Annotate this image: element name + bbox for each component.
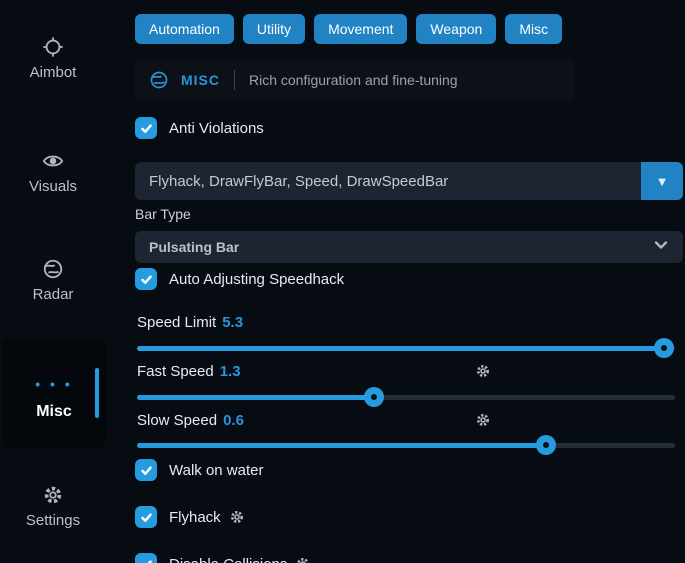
dropdown-open-button[interactable]: ▼ [641,162,683,200]
checkbox-disable-collisions[interactable]: Disable Collisions [135,553,311,563]
slider-fill [137,443,546,448]
speed-limit-value: 5.3 [222,314,243,331]
bar-type-label: Bar Type [135,206,191,222]
sidebar-item-visuals[interactable]: Visuals [0,150,106,195]
sidebar-item-settings[interactable]: Settings [0,484,106,529]
tab-utility[interactable]: Utility [243,14,305,44]
gear-icon[interactable] [475,412,491,428]
sidebar-item-aimbot[interactable]: Aimbot [0,36,106,81]
main-panel: Automation Utility Movement Weapon Misc … [135,0,685,563]
checkbox-checked-icon[interactable] [135,553,157,563]
sidebar-item-misc[interactable]: • • • Misc [2,338,106,448]
gear-icon[interactable] [295,556,311,563]
globe-icon [42,258,64,280]
checkbox-checked-icon[interactable] [135,459,157,481]
tab-weapon[interactable]: Weapon [416,14,496,44]
tab-movement[interactable]: Movement [314,14,407,44]
section-title: MISC [181,72,220,88]
slow-speed-slider[interactable] [137,435,675,455]
divider [234,70,235,90]
checkbox-label: Walk on water [169,462,263,479]
slow-speed-label: Slow Speed0.6 [137,412,244,429]
speed-limit-label: Speed Limit5.3 [137,314,243,331]
slider-fill [137,395,374,400]
fast-speed-label: Fast Speed1.3 [137,363,241,380]
bar-type-dropdown[interactable]: Pulsating Bar [135,231,683,263]
slider-handle[interactable] [654,338,674,358]
checkbox-anti-violations[interactable]: Anti Violations [135,117,264,139]
checkbox-checked-icon[interactable] [135,268,157,290]
gear-icon[interactable] [229,509,245,525]
sidebar: Aimbot Visuals Radar • • • Misc Settings [0,0,112,563]
tab-misc[interactable]: Misc [505,14,562,44]
triangle-down-icon: ▼ [656,174,669,189]
checkbox-label: Auto Adjusting Speedhack [169,271,344,288]
section-subtitle: Rich configuration and fine-tuning [249,72,458,88]
checkbox-label: Anti Violations [169,120,264,137]
slider-fill [137,346,664,351]
sidebar-item-label: Misc [2,403,106,421]
chevron-down-icon [653,237,669,258]
fast-speed-value: 1.3 [220,363,241,380]
fast-speed-slider[interactable] [137,387,675,407]
sidebar-item-radar[interactable]: Radar [0,258,106,303]
section-header: MISC Rich configuration and fine-tuning [135,60,575,100]
eye-icon [42,150,64,172]
checkbox-auto-adjusting-speedhack[interactable]: Auto Adjusting Speedhack [135,268,344,290]
checkbox-flyhack[interactable]: Flyhack [135,506,245,528]
checkbox-walk-on-water[interactable]: Walk on water [135,459,263,481]
multiselect-value[interactable]: Flyhack, DrawFlyBar, Speed, DrawSpeedBar [135,162,641,200]
checkbox-checked-icon[interactable] [135,506,157,528]
dots-icon: • • • [35,376,72,392]
gear-icon[interactable] [475,363,491,379]
gear-icon [42,484,64,506]
sidebar-item-label: Aimbot [30,64,77,81]
crosshair-icon [42,36,64,58]
checkbox-label: Flyhack [169,509,245,526]
category-tabs: Automation Utility Movement Weapon Misc [135,14,562,44]
checkbox-label: Disable Collisions [169,556,311,563]
globe-icon [149,70,169,90]
checkbox-checked-icon[interactable] [135,117,157,139]
dropdown-value: Pulsating Bar [149,239,239,255]
bar-multiselect: Flyhack, DrawFlyBar, Speed, DrawSpeedBar… [135,162,683,200]
cheat-menu-window: Aimbot Visuals Radar • • • Misc Settings [0,0,685,563]
slow-speed-value: 0.6 [223,412,244,429]
tab-automation[interactable]: Automation [135,14,234,44]
slider-handle[interactable] [364,387,384,407]
active-indicator [95,368,99,418]
sidebar-item-label: Settings [26,512,80,529]
sidebar-item-label: Radar [33,286,74,303]
slider-handle[interactable] [536,435,556,455]
speed-limit-slider[interactable] [137,338,675,358]
sidebar-item-label: Visuals [29,178,77,195]
